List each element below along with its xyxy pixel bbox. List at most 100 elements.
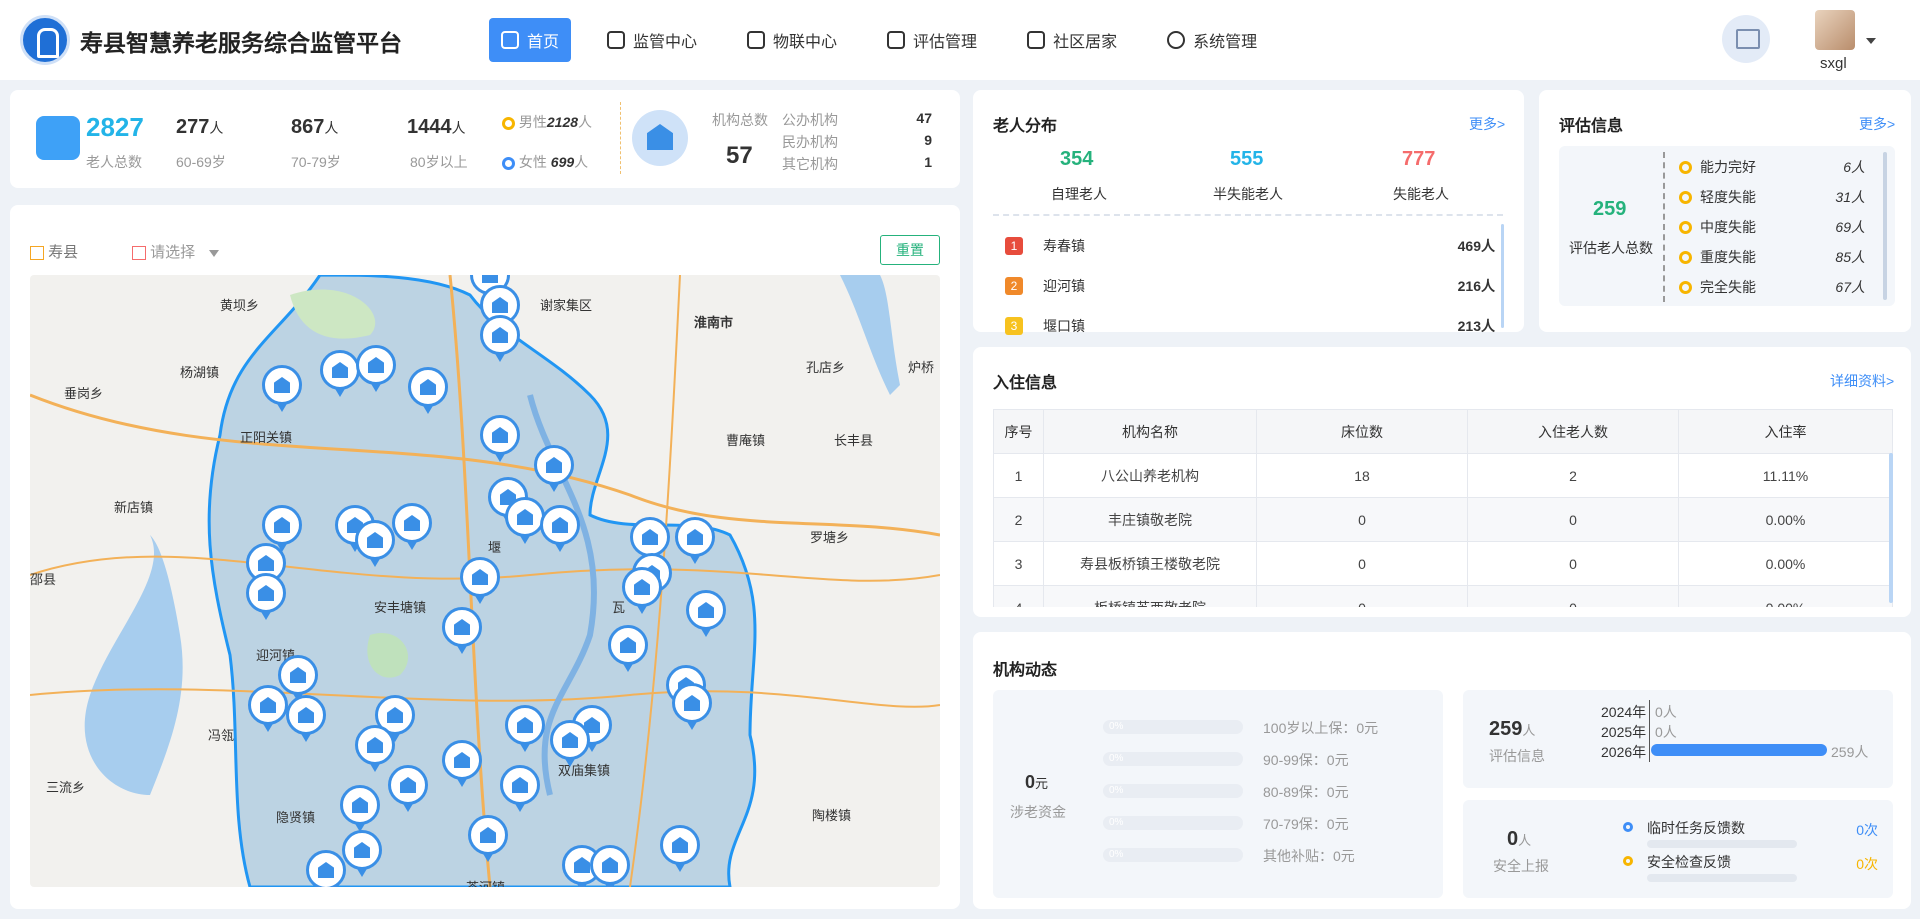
institution-marker-icon[interactable] <box>534 445 574 493</box>
map-label: 垂岗乡 <box>64 386 104 401</box>
institution-marker-icon[interactable] <box>468 815 508 863</box>
map-label: 淮南市 <box>694 315 734 330</box>
checkin-table-wrap: 序号 机构名称 床位数 入住老人数 入住率 1 八公山养老机构 18 2 11.11% … <box>993 409 1893 607</box>
table-row[interactable]: 2 丰庄镇敬老院 0 0 0.00% <box>993 497 1893 542</box>
axis-line <box>1649 700 1650 762</box>
cup-icon <box>1027 31 1046 49</box>
institution-marker-icon[interactable] <box>672 683 712 731</box>
checkin-title: 入住信息 <box>993 375 1058 392</box>
dashboard-screen-icon[interactable] <box>1722 15 1770 63</box>
institution-marker-icon[interactable] <box>246 573 286 621</box>
nav-home[interactable]: 首页 <box>489 18 572 62</box>
fund-progress-label: 80-89保：0元 <box>1263 784 1349 800</box>
avatar[interactable] <box>1815 10 1855 50</box>
region-filter[interactable]: 寿县 <box>30 241 78 262</box>
table-row[interactable]: 1 八公山养老机构 18 2 11.11% <box>993 453 1893 498</box>
circle-icon <box>502 156 515 170</box>
year-value: 259人 <box>1831 744 1869 760</box>
institution-marker-icon[interactable] <box>342 830 382 878</box>
institution-marker-icon[interactable] <box>608 625 648 673</box>
year-bar <box>1651 744 1827 756</box>
divider <box>1663 152 1665 302</box>
total-elderly: 2827 <box>86 112 144 142</box>
institution-marker-icon[interactable] <box>442 740 482 788</box>
map-label: 罗塘乡 <box>810 530 850 545</box>
age2-value: 867人 <box>291 116 339 138</box>
district-select[interactable]: 请选择 <box>132 241 220 262</box>
nav-supervision[interactable]: 监管中心 <box>593 18 711 62</box>
fund-progress-bar: 0% <box>1103 848 1243 862</box>
institution-marker-icon[interactable] <box>675 517 715 565</box>
list-item: 完全失能 67人 <box>1679 272 1865 302</box>
home-icon <box>501 31 519 49</box>
institution-marker-icon[interactable] <box>392 503 432 551</box>
scrollbar[interactable] <box>1883 152 1887 300</box>
list-icon <box>132 246 146 261</box>
fund-progress-pct: 0% <box>1109 721 1124 732</box>
institution-marker-icon[interactable] <box>460 557 500 605</box>
year-value: 0人 <box>1655 724 1677 740</box>
nav-assessment[interactable]: 评估管理 <box>873 18 991 62</box>
institution-marker-icon[interactable] <box>262 365 302 413</box>
scrollbar[interactable] <box>1501 224 1504 328</box>
institution-marker-icon[interactable] <box>500 765 540 813</box>
institution-marker-icon[interactable] <box>505 705 545 753</box>
institution-marker-icon[interactable] <box>320 350 360 398</box>
map-view[interactable]: 黄坝乡 谢家集区 淮南市 杨湖镇 孔店乡 炉桥 垂岗乡 正阳关镇 曹庵镇 长丰县… <box>30 275 940 887</box>
institution-marker-icon[interactable] <box>286 695 326 743</box>
year-value: 0人 <box>1655 704 1677 720</box>
institution-marker-icon[interactable] <box>622 567 662 615</box>
assess-year-total: 259人 <box>1489 718 1536 740</box>
nav-system[interactable]: 系统管理 <box>1153 18 1271 62</box>
institution-marker-icon[interactable] <box>686 590 726 638</box>
scrollbar[interactable] <box>1889 453 1893 603</box>
self-care-label: 自理老人 <box>1051 186 1107 202</box>
gear-icon <box>1167 31 1186 49</box>
nav-community[interactable]: 社区居家 <box>1013 18 1131 62</box>
header: 寿县智慧养老服务综合监管平台 首页 监管中心 物联中心 评估管理 社区居家 系统… <box>0 0 1920 80</box>
institution-marker-icon[interactable] <box>355 520 395 568</box>
logo-icon <box>20 15 70 65</box>
safety-label: 安全上报 <box>1493 858 1549 874</box>
institution-marker-icon[interactable] <box>480 415 520 463</box>
table-header: 入住老人数 <box>1467 409 1679 454</box>
table-row[interactable]: 4板桥镇苏西敬老院000.00% <box>993 585 1893 607</box>
assess-card: 评估信息 更多> 259 评估老人总数 能力完好 6人 轻度失能 31人 中度失能 6… <box>1539 90 1911 332</box>
table-row[interactable]: 3 寿县板桥镇王楼敬老院 0 0 0.00% <box>993 541 1893 586</box>
divider <box>993 214 1503 216</box>
fund-progress-label: 其他补贴：0元 <box>1263 848 1355 864</box>
female-stat: 女性 699人 <box>502 152 588 172</box>
map-label: 堰 <box>488 540 502 555</box>
assess-more-link[interactable]: 更多> <box>1859 114 1895 134</box>
institution-marker-icon[interactable] <box>306 850 346 887</box>
elderly-more-link[interactable]: 更多> <box>1469 114 1505 134</box>
institution-marker-icon[interactable] <box>480 315 520 363</box>
fund-progress-bar: 0% <box>1103 720 1243 734</box>
institution-marker-icon[interactable] <box>660 825 700 873</box>
institution-marker-icon[interactable] <box>388 765 428 813</box>
institution-marker-icon[interactable] <box>408 367 448 415</box>
map-label: 新店镇 <box>114 500 154 515</box>
map-label: 邵县 <box>30 572 57 587</box>
reset-button[interactable]: 重置 <box>880 235 940 265</box>
institution-marker-icon[interactable] <box>540 505 580 553</box>
dynamics-card: 机构动态 0元 涉老资金 0% 100岁以上保：0元 0% 90-99保：0元 0% 80… <box>973 632 1911 909</box>
map-label: 曹庵镇 <box>726 433 766 448</box>
institution-marker-icon[interactable] <box>248 685 288 733</box>
institution-marker-icon[interactable] <box>550 720 590 768</box>
nav-iot[interactable]: 物联中心 <box>733 18 851 62</box>
map-label: 长丰县 <box>834 433 874 448</box>
year-label: 2025年 <box>1601 724 1647 740</box>
institution-marker-icon[interactable] <box>356 345 396 393</box>
chevron-down-icon[interactable] <box>1866 38 1876 44</box>
checkin-detail-link[interactable]: 详细资料> <box>1830 371 1894 391</box>
institution-marker-icon[interactable] <box>340 785 380 833</box>
map-label: 正阳关镇 <box>240 430 293 445</box>
assess-total: 259 <box>1593 198 1627 220</box>
map-label: 安丰塘镇 <box>374 600 427 615</box>
institution-marker-icon[interactable] <box>590 845 630 887</box>
institution-marker-icon[interactable] <box>505 497 545 545</box>
institution-marker-icon[interactable] <box>442 607 482 655</box>
age3-label: 80岁以上 <box>410 154 468 170</box>
fund-progress-label: 70-79保：0元 <box>1263 816 1349 832</box>
